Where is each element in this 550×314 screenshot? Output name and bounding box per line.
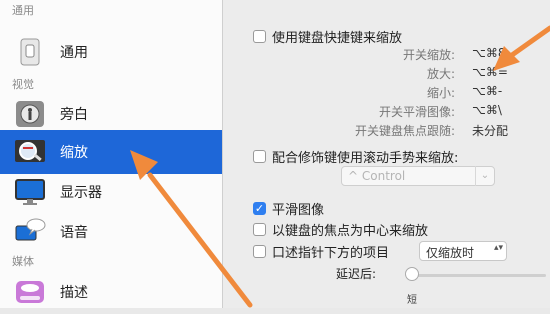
arrow-to-shortcuts — [493, 25, 550, 71]
annotation-arrows — [130, 25, 550, 308]
arrow-to-sidebar-zoom — [130, 150, 253, 308]
